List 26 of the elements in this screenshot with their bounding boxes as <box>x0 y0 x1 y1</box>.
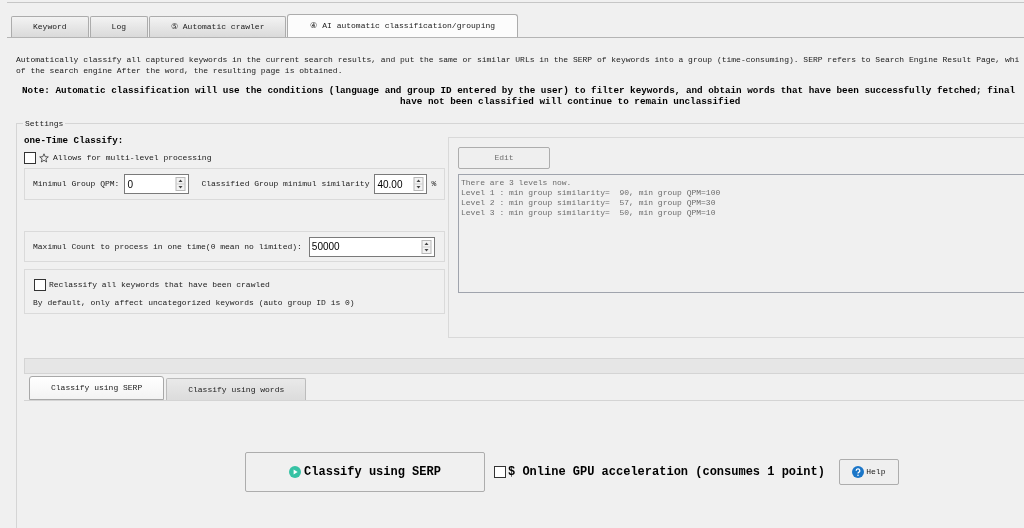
tab[interactable]: ④ AI automatic classification/grouping <box>287 14 519 37</box>
play-icon <box>289 466 302 478</box>
help-icon <box>852 466 865 478</box>
field-label: Classified Group minimul similarity <box>201 178 370 190</box>
checkbox-label[interactable]: Allows for multi-level processing <box>53 153 212 163</box>
tab[interactable]: Keyword <box>11 16 89 37</box>
hint-text: By default, only affect uncategorized keywords (auto group ID is 0) <box>33 298 356 308</box>
tab[interactable]: Log <box>89 16 148 37</box>
unit-label: % <box>431 178 437 190</box>
checkbox-label[interactable]: $ Online GPU acceleration (consumes 1 point) <box>508 463 825 481</box>
section-heading: one-Time Classify: <box>24 136 125 146</box>
checkbox[interactable] <box>34 279 46 291</box>
classify-button[interactable]: Classify using SERP <box>245 452 485 492</box>
tab[interactable]: Classify using SERP <box>29 376 165 400</box>
group-title: Settings <box>23 119 66 128</box>
description-text: Automatically classify all captured keywords in the current search results, and put the same or similar URLs in the SERP of keywords into a group (time-consuming). SERP refers to Search Engine Result Page, whi of the search engine After the word, the resulting page is obtained. <box>16 54 1021 76</box>
help-button[interactable]: Help <box>838 459 899 485</box>
field-label: Minimul Group QPM: <box>33 178 120 190</box>
checkbox[interactable] <box>24 152 36 164</box>
tab[interactable]: ⑤ Automatic crawler <box>149 16 287 37</box>
note-text: Note: Automatic classification will use the conditions (language and group ID entered by the user) to filter keywords, and obtain words that have been successfully fetched; final have not been classified will continue to remain unclassified <box>22 86 1017 107</box>
tab[interactable]: Classify using words <box>166 378 307 400</box>
field-label: Maximul Count to process in one time(0 mean no limited): <box>33 240 302 253</box>
checkbox-label[interactable]: Reclassify all keywords that have been crawled <box>49 280 270 290</box>
star-icon <box>39 153 49 163</box>
checkbox[interactable] <box>494 466 506 478</box>
